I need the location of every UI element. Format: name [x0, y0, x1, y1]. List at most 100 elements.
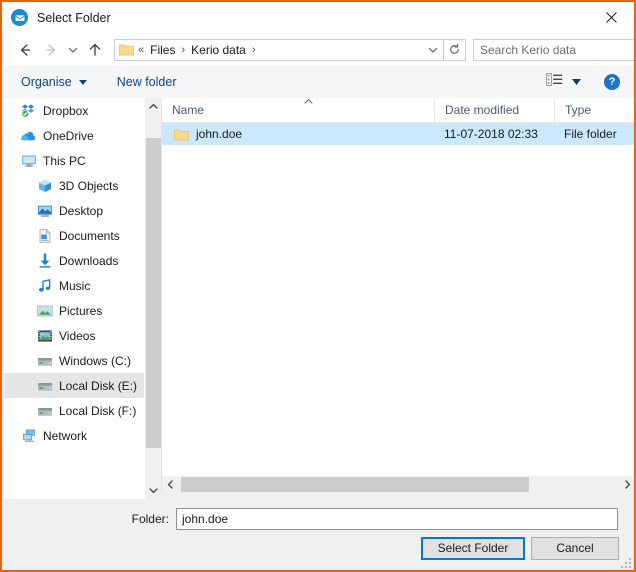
help-button[interactable]: ? [604, 74, 620, 90]
sidebar-item-dropbox[interactable]: Dropbox [4, 98, 144, 123]
new-folder-button[interactable]: New folder [117, 75, 177, 89]
refresh-icon[interactable] [443, 38, 465, 61]
sidebar-item-label: Windows (C:) [59, 353, 132, 368]
arrow-right-icon [38, 37, 64, 63]
sidebar-item-3d-objects[interactable]: 3D Objects [4, 173, 144, 198]
sidebar-item-label: Pictures [59, 303, 103, 318]
resize-grip-icon[interactable] [621, 556, 633, 568]
sidebar-item-videos[interactable]: Videos [4, 323, 144, 348]
file-list-pane: Name Date modified Type john.doe 11-07-20… [161, 98, 634, 476]
cancel-button[interactable]: Cancel [531, 536, 619, 560]
select-folder-button[interactable]: Select Folder [421, 536, 525, 560]
drive-icon [37, 378, 53, 394]
breadcrumb-separator: › [181, 43, 186, 56]
column-header-date-modified[interactable]: Date modified [434, 98, 554, 122]
sidebar-item-label: Documents [59, 228, 120, 243]
column-header-row: Name Date modified Type [162, 98, 634, 123]
address-chevron-down-icon[interactable] [423, 45, 443, 55]
cell-date-modified: 11-07-2018 02:33 [444, 127, 538, 141]
table-row[interactable]: john.doe 11-07-2018 02:33 File folder [162, 123, 634, 145]
sidebar-item-desktop[interactable]: Desktop [4, 198, 144, 223]
folder-input[interactable] [176, 508, 618, 530]
cell-name: john.doe [162, 127, 434, 141]
grip-dot [625, 562, 627, 564]
grip-dot [621, 566, 623, 568]
sidebar-item-label: Desktop [59, 203, 104, 218]
folder-icon [119, 43, 134, 56]
sidebar-item-this-pc[interactable]: This PC [4, 148, 144, 173]
grip-dot [625, 566, 627, 568]
arrow-up-icon[interactable] [82, 37, 108, 63]
dropbox-icon [21, 103, 37, 119]
address-bar[interactable]: « Files › Kerio data › [114, 38, 466, 61]
videos-icon [37, 328, 53, 344]
breadcrumb-item-files[interactable]: Files [148, 43, 177, 57]
column-header-type[interactable]: Type [554, 98, 634, 122]
network-icon [21, 428, 37, 444]
this-pc-icon [21, 153, 37, 169]
drive-icon [37, 403, 53, 419]
breadcrumb-separator-trailing[interactable]: › [248, 44, 260, 56]
sidebar-item-music[interactable]: Music [4, 273, 144, 298]
folder-icon [174, 128, 189, 141]
sidebar-item-label: Music [59, 278, 91, 293]
command-toolbar: Organise New folder ? [4, 66, 634, 99]
horizontal-scroll-thumb[interactable] [181, 477, 529, 492]
organise-label: Organise [21, 75, 72, 89]
caret-down-icon [572, 79, 581, 85]
search-box[interactable] [473, 38, 634, 61]
sidebar-item-label: Videos [59, 328, 96, 343]
view-options-button[interactable] [546, 73, 581, 91]
folder-label: Folder: [131, 512, 169, 526]
downloads-icon [37, 252, 53, 269]
sidebar-item-pictures[interactable]: Pictures [4, 298, 144, 323]
cell-type: File folder [564, 127, 617, 141]
arrow-left-icon[interactable] [12, 37, 38, 63]
title-bar: Select Folder [2, 2, 634, 33]
sidebar-item-local-disk-e[interactable]: Local Disk (E:) [4, 373, 144, 398]
search-input[interactable] [480, 42, 634, 57]
scroll-up-chevron-up-icon[interactable] [145, 98, 162, 115]
grip-dot [629, 562, 631, 564]
navigation-pane: Dropbox OneDrive This PC 3D Objects Desktop D… [4, 98, 144, 499]
3d-objects-icon [37, 178, 53, 194]
sidebar-item-local-disk-f[interactable]: Local Disk (F:) [4, 398, 144, 423]
sidebar-item-network[interactable]: Network [4, 423, 144, 448]
grip-dot [629, 558, 631, 560]
sidebar-scroll-thumb[interactable] [146, 138, 162, 448]
select-folder-dialog: Select Folder « Files › Kerio data › Sea… [0, 0, 636, 572]
sidebar-item-label: Local Disk (F:) [59, 403, 137, 418]
sidebar-item-windows-c[interactable]: Windows (C:) [4, 348, 144, 373]
file-name-label: john.doe [196, 127, 243, 141]
grip-dot [629, 566, 631, 568]
new-folder-label: New folder [116, 75, 177, 89]
horizontal-scrollbar[interactable] [161, 476, 634, 493]
documents-icon [37, 228, 53, 244]
desktop-icon [37, 203, 53, 219]
onedrive-icon [21, 128, 37, 144]
sidebar-item-label: Downloads [59, 253, 119, 268]
organise-button[interactable]: Organise [21, 75, 87, 89]
recent-locations-chevron-down-icon[interactable] [64, 37, 82, 63]
kerio-mail-icon [11, 9, 28, 26]
scroll-right-chevron-right-icon[interactable] [619, 476, 634, 493]
scroll-left-chevron-left-icon[interactable] [162, 476, 179, 493]
scroll-down-chevron-down-icon[interactable] [145, 482, 162, 499]
column-header-name-label: Name [172, 103, 205, 117]
sidebar-item-label: This PC [43, 153, 86, 168]
caret-up-icon [302, 98, 314, 104]
drive-icon [37, 353, 53, 369]
sidebar-scrollbar[interactable] [144, 98, 162, 499]
sidebar-item-documents[interactable]: Documents [4, 223, 144, 248]
close-icon[interactable] [589, 2, 634, 33]
window-title: Select Folder [37, 10, 111, 25]
sidebar-item-onedrive[interactable]: OneDrive [4, 123, 144, 148]
column-header-name[interactable]: Name [162, 98, 434, 122]
breadcrumb-item-kerio-data[interactable]: Kerio data [189, 43, 248, 57]
sidebar-item-downloads[interactable]: Downloads [4, 248, 144, 273]
sidebar-item-label: Local Disk (E:) [59, 378, 138, 393]
navigation-bar: « Files › Kerio data › [4, 33, 634, 66]
sidebar-item-label: Network [43, 428, 88, 443]
dialog-button-row: Select Folder Cancel [4, 535, 634, 561]
sidebar-item-label: 3D Objects [59, 178, 119, 193]
